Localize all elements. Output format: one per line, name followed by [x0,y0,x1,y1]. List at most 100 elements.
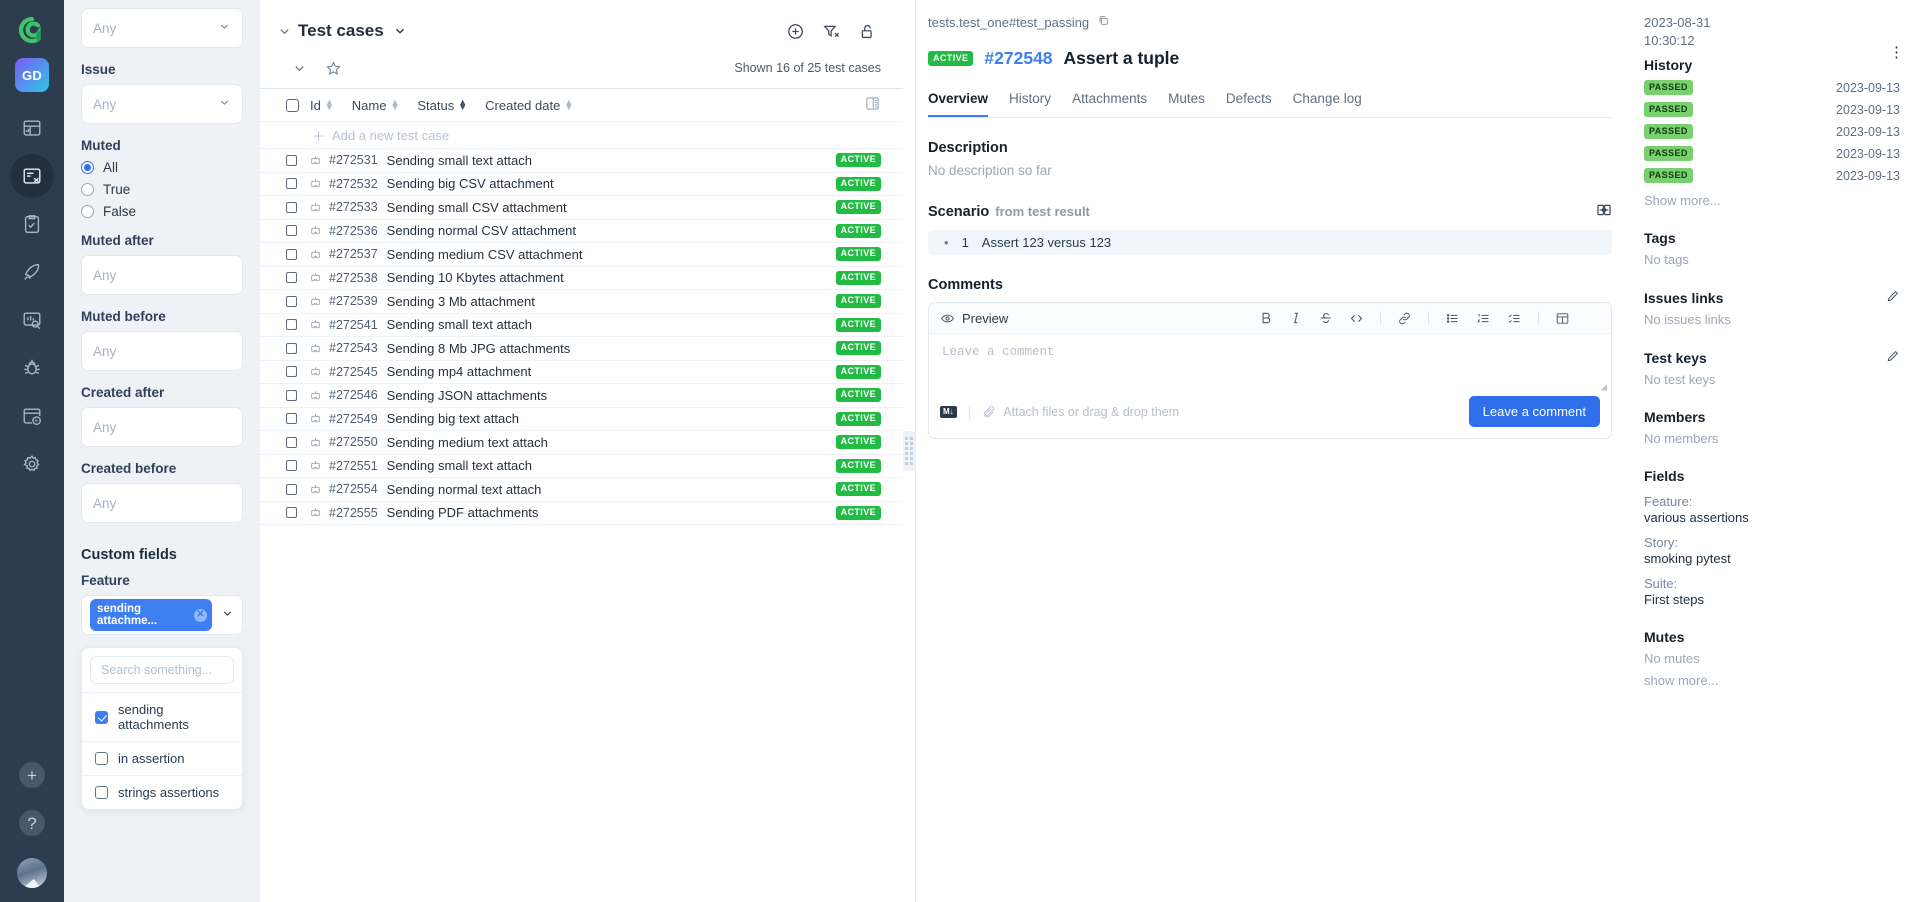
search-input[interactable]: Search something... [90,656,234,684]
avatar[interactable] [17,858,47,888]
table-row[interactable]: #272537Sending medium CSV attachmentACTI… [260,243,903,267]
preview-toggle[interactable]: Preview [940,311,1008,326]
history-show-more[interactable]: Show more... [1644,193,1900,208]
project-badge[interactable]: GD [15,58,49,92]
row-checkbox[interactable] [286,319,297,330]
numbered-list-icon[interactable] [1476,311,1491,326]
table-row[interactable]: #272536Sending normal CSV attachmentACTI… [260,220,903,244]
table-row[interactable]: #272538Sending 10 Kbytes attachmentACTIV… [260,267,903,291]
bold-icon[interactable] [1259,311,1273,325]
dropdown-option-in-assertion[interactable]: in assertion [82,741,242,775]
add-icon[interactable]: + [19,762,45,788]
sidebar-item-test-results[interactable] [10,394,54,438]
table-icon[interactable] [1555,311,1570,326]
row-checkbox[interactable] [286,507,297,518]
case-id[interactable]: #272548 [984,48,1052,69]
table-row[interactable]: #272531Sending small text attachACTIVE [260,149,903,173]
history-item[interactable]: PASSED2023-09-13 [1644,168,1900,183]
row-checkbox[interactable] [286,272,297,283]
edit-pencil-icon[interactable] [1886,349,1900,366]
resize-grip-icon[interactable]: ◢ [1601,382,1607,394]
collapse-scenario-icon[interactable] [1596,202,1612,221]
row-checkbox[interactable] [286,390,297,401]
row-checkbox[interactable] [286,249,297,260]
clear-filter-icon[interactable] [817,17,845,45]
mutes-show-more[interactable]: show more... [1644,673,1900,688]
muted-before-field[interactable]: Any [81,331,243,371]
tab-mutes[interactable]: Mutes [1168,91,1205,117]
comment-input[interactable]: Leave a comment ◢ [929,334,1611,396]
leave-comment-button[interactable]: Leave a comment [1469,396,1600,427]
checklist-icon[interactable] [1507,311,1522,326]
muted-option-false[interactable]: False [81,204,243,219]
attach-files-button[interactable]: Attach files or drag & drop them [982,405,1179,419]
history-item[interactable]: PASSED2023-09-13 [1644,102,1900,117]
select-all-checkbox[interactable] [286,99,299,112]
table-row[interactable]: #272533Sending small CSV attachmentACTIV… [260,196,903,220]
row-checkbox[interactable] [286,413,297,424]
tab-defects[interactable]: Defects [1226,91,1272,117]
sidebar-item-dashboard[interactable] [10,106,54,150]
sidebar-item-analytics[interactable] [10,298,54,342]
dropdown-option-sending-attachments[interactable]: sending attachments [82,692,242,741]
collapse-filters-button[interactable] [270,17,298,45]
table-row[interactable]: #272551Sending small text attachACTIVE [260,455,903,479]
row-checkbox[interactable] [286,225,297,236]
italic-icon[interactable] [1289,311,1303,325]
sidebar-item-test-cases[interactable] [10,154,54,198]
table-row[interactable]: #272549Sending big text attachACTIVE [260,408,903,432]
table-row[interactable]: #272543Sending 8 Mb JPG attachmentsACTIV… [260,337,903,361]
row-checkbox[interactable] [286,178,297,189]
tab-change-log[interactable]: Change log [1293,91,1362,117]
row-checkbox[interactable] [286,437,297,448]
sidebar-item-settings[interactable] [10,442,54,486]
add-new-test-case-row[interactable]: ＋ Add a new test case [260,122,903,149]
unlock-icon[interactable] [853,17,881,45]
strikethrough-icon[interactable] [1319,311,1333,325]
add-test-case-icon[interactable] [781,17,809,45]
top-filter-field[interactable]: Any [81,8,243,48]
link-icon[interactable] [1397,311,1412,326]
column-header-id[interactable]: Id ▲▼ [310,98,334,113]
table-row[interactable]: #272541Sending small text attachACTIVE [260,314,903,338]
table-row[interactable]: #272539Sending 3 Mb attachmentACTIVE [260,290,903,314]
column-header-status[interactable]: Status ▲▼ [417,98,467,113]
row-checkbox[interactable] [286,484,297,495]
table-row[interactable]: #272546Sending JSON attachmentsACTIVE [260,384,903,408]
created-before-field[interactable]: Any [81,483,243,523]
row-checkbox[interactable] [286,460,297,471]
table-row[interactable]: #272554Sending normal text attachACTIVE [260,478,903,502]
history-item[interactable]: PASSED2023-09-13 [1644,146,1900,161]
expand-all-icon[interactable] [286,55,312,81]
table-row[interactable]: #272545Sending mp4 attachmentACTIVE [260,361,903,385]
help-icon[interactable]: ? [19,810,45,836]
column-header-name[interactable]: Name ▲▼ [352,98,400,113]
table-row[interactable]: #272550Sending medium text attachACTIVE [260,431,903,455]
history-item[interactable]: PASSED2023-09-13 [1644,80,1900,95]
sidebar-item-launches[interactable] [10,250,54,294]
row-checkbox[interactable] [286,366,297,377]
copy-icon[interactable] [1097,14,1110,30]
history-item[interactable]: PASSED2023-09-13 [1644,124,1900,139]
sidebar-item-defects[interactable] [10,346,54,390]
page-title[interactable]: Test cases [298,21,407,41]
favorite-star-icon[interactable] [320,55,346,81]
row-checkbox[interactable] [286,296,297,307]
table-row[interactable]: #272555Sending PDF attachmentsACTIVE [260,502,903,526]
muted-option-all[interactable]: All [81,160,243,175]
row-checkbox[interactable] [286,155,297,166]
row-checkbox[interactable] [286,343,297,354]
muted-after-field[interactable]: Any [81,255,243,295]
row-checkbox[interactable] [286,202,297,213]
tab-attachments[interactable]: Attachments [1072,91,1147,117]
edit-pencil-icon[interactable] [1886,289,1900,306]
bullet-list-icon[interactable] [1445,311,1460,326]
feature-field[interactable]: sending attachme... ✕ [81,595,243,635]
sidebar-item-test-plans[interactable] [10,202,54,246]
dropdown-option-strings-assertions[interactable]: strings assertions [82,775,242,809]
panel-resize-handle[interactable] [903,0,915,902]
column-settings-icon[interactable] [864,95,881,115]
tab-history[interactable]: History [1009,91,1051,117]
chevron-down-icon[interactable] [221,607,234,623]
issue-field[interactable]: Any [81,84,243,124]
